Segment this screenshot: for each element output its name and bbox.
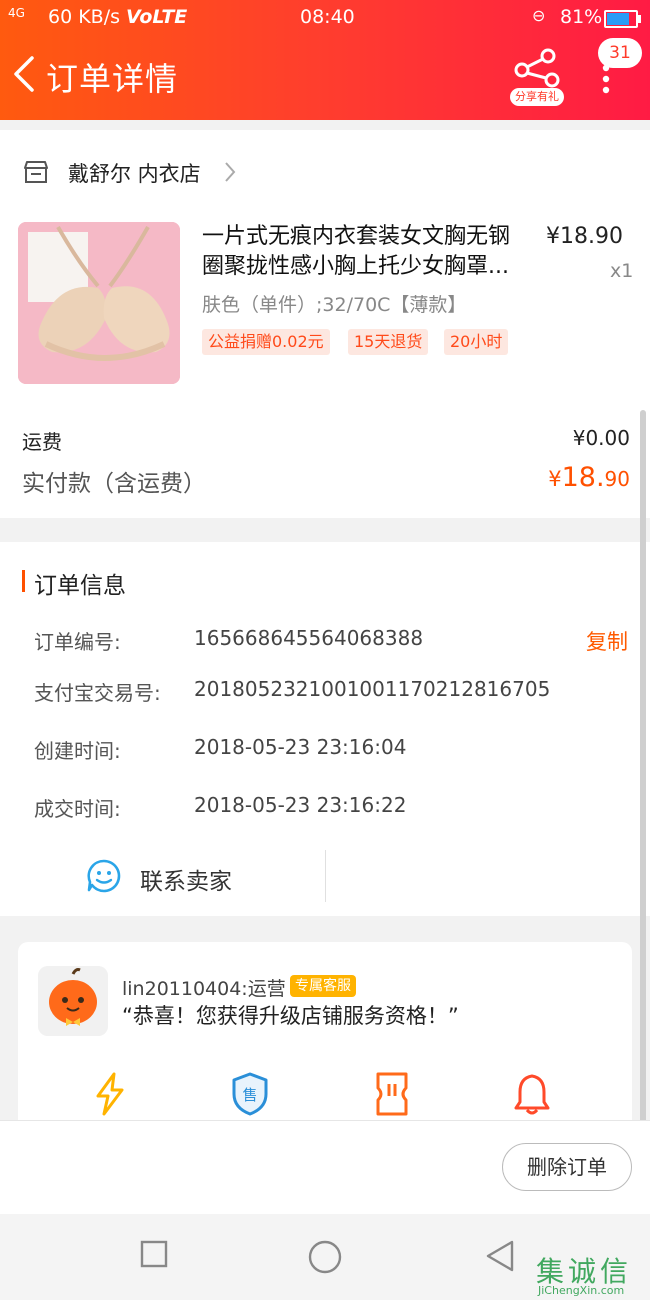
svg-text:售: 售	[242, 1086, 257, 1104]
created-time-row: 创建时间: 2018-05-23 23:16:04	[34, 735, 630, 765]
rotation-lock-icon: ⊖	[532, 6, 546, 25]
alipay-trade-row: 支付宝交易号: 2018052321001001170212816705	[34, 677, 630, 707]
copy-button[interactable]: 复制	[586, 626, 628, 656]
service-promo-card[interactable]: lin20110404:运营 专属客服 “恭喜！您获得升级店铺服务资格！” 售	[18, 942, 632, 1142]
deal-time-label: 成交时间:	[34, 797, 121, 821]
product-title-line2: 圈聚拢性感小胸上托少女胸罩...	[202, 254, 509, 279]
operator-avatar	[38, 966, 108, 1036]
share-button[interactable]: 分享有礼	[508, 48, 566, 106]
recent-apps-icon[interactable]	[140, 1240, 168, 1268]
share-icon	[514, 48, 560, 88]
battery-icon	[604, 10, 641, 28]
paid-amount-row: 实付款（含运费） ¥18.90	[22, 462, 630, 504]
share-reward-label: 分享有礼	[510, 88, 564, 106]
nav-row: 订单详情 分享有礼 31	[0, 38, 650, 112]
page-title: 订单详情	[46, 60, 179, 98]
shop-name: 戴舒尔 内衣店	[68, 162, 201, 186]
back-triangle-icon[interactable]	[484, 1240, 514, 1272]
signal-indicator: 4G	[8, 6, 25, 20]
shield-sale-icon[interactable]: 售	[230, 1072, 270, 1116]
header-bar: 4G 60 KB/s VoLTE 08:40 ⊖ 81% 订单详情 分享有礼 3…	[0, 0, 650, 120]
home-icon[interactable]	[308, 1240, 342, 1274]
paid-amount-value: ¥18.90	[548, 462, 630, 493]
paid-integer: 18.	[561, 462, 605, 493]
status-bar: 4G 60 KB/s VoLTE 08:40 ⊖ 81%	[0, 0, 650, 34]
shipping-fee-value: ¥0.00	[572, 426, 630, 450]
delete-order-button[interactable]: 删除订单	[502, 1143, 632, 1191]
alipay-trade-value: 2018052321001001170212816705	[194, 677, 551, 701]
deal-time-value: 2018-05-23 23:16:22	[194, 793, 407, 817]
ticket-icon[interactable]	[372, 1072, 412, 1116]
product-price: ¥18.90	[546, 224, 623, 249]
contact-seller-label: 联系卖家	[140, 869, 232, 895]
bra-image	[18, 222, 180, 384]
battery-level: 81%	[560, 6, 603, 28]
charity-tag: 公益捐赠0.02元	[202, 329, 330, 355]
chat-face-icon	[87, 859, 121, 893]
message-count-badge[interactable]: 31	[598, 38, 642, 68]
order-number-label: 订单编号:	[34, 630, 121, 654]
lightning-icon[interactable]	[90, 1072, 130, 1116]
network-speed: 60 KB/s	[48, 6, 121, 28]
chevron-right-icon	[225, 162, 236, 182]
shipping-fee-label: 运费	[22, 430, 62, 454]
product-quantity: x1	[610, 260, 634, 282]
created-time-label: 创建时间:	[34, 739, 121, 763]
product-title-line1: 一片式无痕内衣套装女文胸无钢	[202, 224, 511, 249]
more-menu-icon[interactable]	[594, 64, 618, 94]
scrollbar[interactable]	[640, 410, 646, 1130]
divider	[325, 850, 326, 902]
deal-time-row: 成交时间: 2018-05-23 23:16:22	[34, 793, 630, 823]
clock: 08:40	[300, 6, 355, 28]
promo-message: “恭喜！您获得升级店铺服务资格！”	[122, 1004, 459, 1028]
paid-decimal: 90	[604, 467, 630, 491]
order-info-card: 订单信息 订单编号: 165668645564068388 复制 支付宝交易号:…	[0, 542, 650, 916]
store-icon	[24, 161, 48, 183]
return-policy-tag: 15天退货	[348, 329, 429, 355]
vip-service-tag: 专属客服	[290, 975, 356, 997]
operator-name: lin20110404:运营	[122, 978, 286, 1000]
product-title[interactable]: 一片式无痕内衣套装女文胸无钢 圈聚拢性感小胸上托少女胸罩...	[202, 222, 538, 282]
watermark-logo: 集诚信 JiChengXin.com	[532, 1250, 648, 1298]
back-arrow-icon[interactable]	[10, 54, 40, 94]
bell-icon[interactable]	[512, 1072, 552, 1116]
paid-currency: ¥	[548, 467, 562, 491]
paid-amount-label: 实付款（含运费）	[22, 471, 206, 497]
created-time-value: 2018-05-23 23:16:04	[194, 735, 407, 759]
shipping-time-tag: 20小时	[444, 329, 509, 355]
product-sku: 肤色（单件）;32/70C【薄款】	[202, 294, 467, 316]
product-card: 戴舒尔 内衣店 一片式无痕内衣套装女文胸无钢 圈聚拢性感小胸上托少女胸罩... …	[0, 130, 650, 518]
order-info-title: 订单信息	[34, 573, 126, 599]
order-number-row: 订单编号: 165668645564068388 复制	[34, 626, 630, 656]
shipping-fee-row: 运费 ¥0.00	[22, 426, 630, 455]
volte-indicator: VoLTE	[126, 6, 188, 28]
mascot-icon	[38, 966, 108, 1036]
section-accent-bar	[22, 570, 25, 592]
watermark-url: JiChengXin.com	[538, 1284, 625, 1297]
order-action-bar: 删除订单	[0, 1120, 650, 1215]
product-image[interactable]	[18, 222, 180, 384]
order-number-value: 165668645564068388	[194, 626, 424, 650]
alipay-trade-label: 支付宝交易号:	[34, 681, 161, 705]
